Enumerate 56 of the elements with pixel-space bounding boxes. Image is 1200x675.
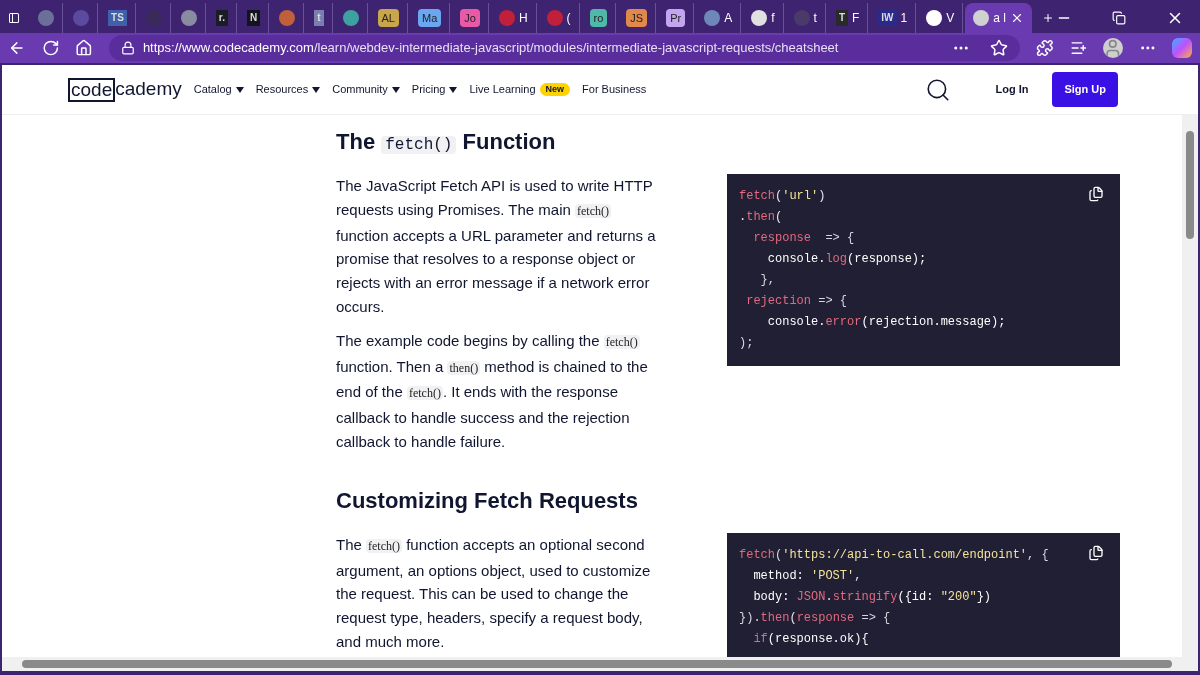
nav-item[interactable]: Live Learning New bbox=[469, 81, 571, 98]
nav-item[interactable]: For Business bbox=[582, 81, 647, 98]
copilot-icon[interactable] bbox=[1172, 38, 1192, 58]
code-line: body: JSON.stringify({id: "200"}) bbox=[752, 588, 992, 606]
signup-button[interactable]: Sign Up bbox=[1052, 72, 1118, 107]
site-logo[interactable]: code cademy bbox=[68, 75, 182, 104]
favorites-icon[interactable] bbox=[1069, 39, 1088, 57]
login-button[interactable]: Log In bbox=[983, 81, 1041, 98]
nav-item[interactable]: Community bbox=[332, 81, 400, 98]
section-heading: Customizing Fetch Requests bbox=[336, 486, 639, 515]
vertical-scrollbar[interactable] bbox=[1182, 115, 1198, 657]
paragraph: The JavaScript Fetch API is used to write HTTP requests using Promises. The main fetch() function accepts a URL parameter and returns a promise that resolves to a response object or rejects with an error message if a network error occurs. bbox=[336, 176, 657, 317]
copy-icon[interactable] bbox=[1088, 544, 1104, 561]
code-line: if(response.ok){ bbox=[752, 630, 869, 648]
horizontal-scrollbar[interactable] bbox=[2, 657, 1198, 671]
restore-icon[interactable] bbox=[1112, 11, 1126, 25]
copy-icon[interactable] bbox=[1088, 186, 1104, 202]
tab-favicon: ro bbox=[589, 9, 608, 27]
tab-favicon: T bbox=[835, 10, 848, 26]
star-icon[interactable] bbox=[989, 39, 1008, 57]
code-line: .then( bbox=[739, 209, 783, 226]
new-badge: New bbox=[539, 82, 571, 97]
nav-item[interactable]: Pricing bbox=[411, 81, 458, 98]
address-bar[interactable]: https://www.codecademy.com/learn/webdev-intermediate-javascript/modules/intermediate-javascript-requests/cheatsheet bbox=[108, 35, 1020, 61]
code-line: console.log(response); bbox=[766, 251, 927, 268]
lock-icon bbox=[120, 41, 135, 55]
tab-favicon: IW bbox=[878, 10, 897, 26]
paragraph: The fetch() function accepts an optional second argument, an options object, used to customize the request. This can be used to change the request type, headers, specify a request body, and much more. bbox=[336, 534, 652, 652]
paragraph: The example code begins by calling the fetch() function. Then a then() method is chained to the end of the fetch(). It ends with the response callback to handle success and the rejection callback to handle failure. bbox=[336, 330, 649, 452]
nav-item[interactable]: Resources bbox=[255, 81, 321, 98]
section-heading: The fetch() Function bbox=[336, 128, 557, 156]
tab-favicon: r. bbox=[215, 10, 228, 26]
browser-tab[interactable]: a l bbox=[965, 3, 1032, 33]
code-line: ); bbox=[739, 335, 754, 352]
code-line: method: 'POST', bbox=[752, 567, 862, 585]
back-icon[interactable] bbox=[8, 39, 26, 57]
code-line: response => { bbox=[752, 230, 855, 247]
code-line: fetch('url') bbox=[739, 188, 826, 205]
refresh-icon[interactable] bbox=[41, 39, 60, 57]
code-line: fetch('https://api-to-call.com/endpoint', { bbox=[739, 546, 1049, 564]
code-line: console.error(rejection.message); bbox=[766, 314, 1006, 331]
tab-favicon: Jo bbox=[460, 9, 480, 27]
extensions-icon[interactable] bbox=[1035, 39, 1054, 57]
tab-favicon: JS bbox=[626, 9, 648, 27]
profile-avatar-icon[interactable] bbox=[1103, 38, 1123, 58]
tab-favicon: t bbox=[314, 10, 324, 26]
code-line: rejection => { bbox=[745, 293, 848, 310]
home-icon[interactable] bbox=[75, 39, 93, 57]
code-line: }, bbox=[759, 272, 775, 289]
tab-favicon: Ma bbox=[418, 9, 442, 27]
tab-favicon: Pr bbox=[666, 9, 686, 27]
tab-favicon: AL bbox=[377, 9, 399, 27]
tab-favicon: TS bbox=[108, 10, 127, 26]
tab-favicon: N bbox=[246, 10, 261, 26]
nav-item[interactable]: Catalog bbox=[193, 81, 244, 98]
code-line: }).then(response => { bbox=[739, 609, 891, 627]
